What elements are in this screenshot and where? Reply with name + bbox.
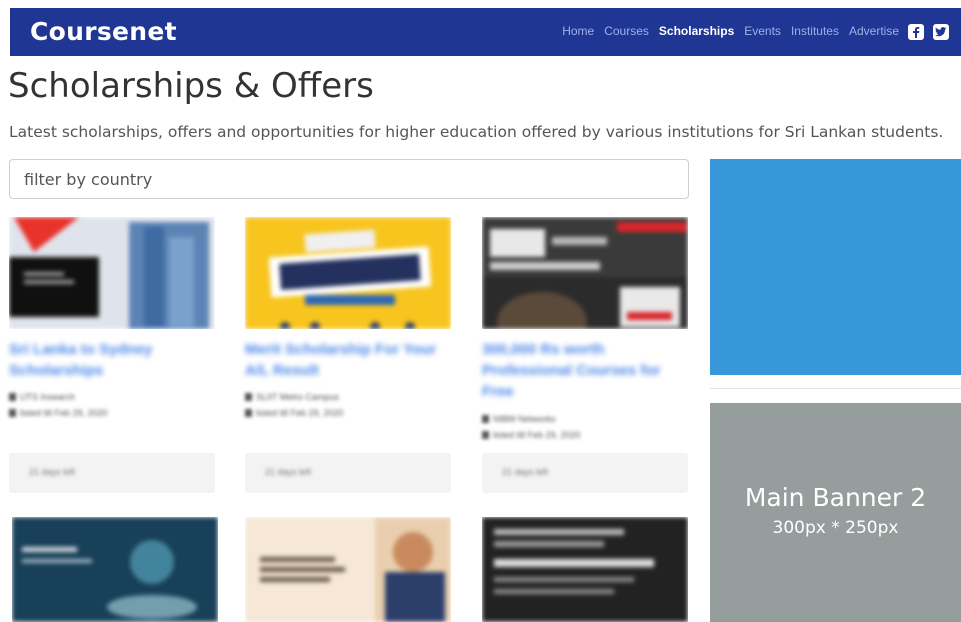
card-days-left: 21 days left [482, 453, 688, 493]
card-institute: UTS Insearch [9, 392, 75, 402]
social-links [908, 24, 949, 40]
card-institute: NIBM Networks [482, 414, 556, 424]
calendar-icon [9, 409, 16, 417]
page-subtitle: Latest scholarships, offers and opportun… [9, 123, 944, 141]
country-filter-input[interactable] [9, 159, 689, 199]
brand-logo[interactable]: Coursenet [30, 17, 177, 46]
calendar-icon [482, 431, 489, 439]
card-days-left: 21 days left [9, 453, 215, 493]
nav-link-institutes[interactable]: Institutes [791, 24, 839, 38]
ad-banner-1[interactable] [710, 159, 961, 375]
nav-link-advertise[interactable]: Advertise [849, 24, 899, 38]
card-thumbnail-image[interactable] [482, 517, 688, 622]
nav-link-scholarships[interactable]: Scholarships [659, 24, 734, 38]
nav-link-events[interactable]: Events [744, 24, 781, 38]
card-thumbnail-image[interactable] [9, 217, 215, 329]
card-listed-date: listed till Feb 29, 2020 [245, 408, 344, 418]
card-title[interactable]: Sri Lanka to Sydney Scholarships [9, 339, 219, 381]
card-thumbnail-image[interactable] [245, 517, 451, 622]
navbar: Coursenet Home Courses Scholarships Even… [10, 8, 961, 56]
ad-banner-title: Main Banner 2 [744, 483, 927, 512]
card-listed-date: listed till Feb 29, 2020 [482, 430, 581, 440]
ad-banner-2[interactable]: Main Banner 2 300px * 250px [710, 403, 961, 622]
card-title[interactable]: Merit Scholarship For Your A/L Result [245, 339, 455, 381]
facebook-icon[interactable] [908, 24, 924, 40]
page-title: Scholarships & Offers [8, 66, 374, 106]
building-icon [245, 393, 252, 401]
card-thumbnail-image[interactable] [12, 517, 218, 622]
twitter-icon[interactable] [933, 24, 949, 40]
card-days-left: 21 days left [245, 453, 451, 493]
card-title[interactable]: 300,000 Rs worth Professional Courses fo… [482, 339, 692, 402]
nav-link-courses[interactable]: Courses [604, 24, 649, 38]
card-institute: SLIIT Metro Campus [245, 392, 339, 402]
card-thumbnail-image[interactable] [245, 217, 451, 329]
calendar-icon [245, 409, 252, 417]
card-thumbnail-image[interactable] [482, 217, 688, 329]
nav-links: Home Courses Scholarships Events Institu… [562, 24, 899, 38]
card-listed-date: listed till Feb 29, 2020 [9, 408, 108, 418]
nav-link-home[interactable]: Home [562, 24, 594, 38]
ad-banner-size: 300px * 250px [772, 518, 899, 538]
building-icon [482, 415, 489, 423]
divider [710, 388, 961, 389]
building-icon [9, 393, 16, 401]
